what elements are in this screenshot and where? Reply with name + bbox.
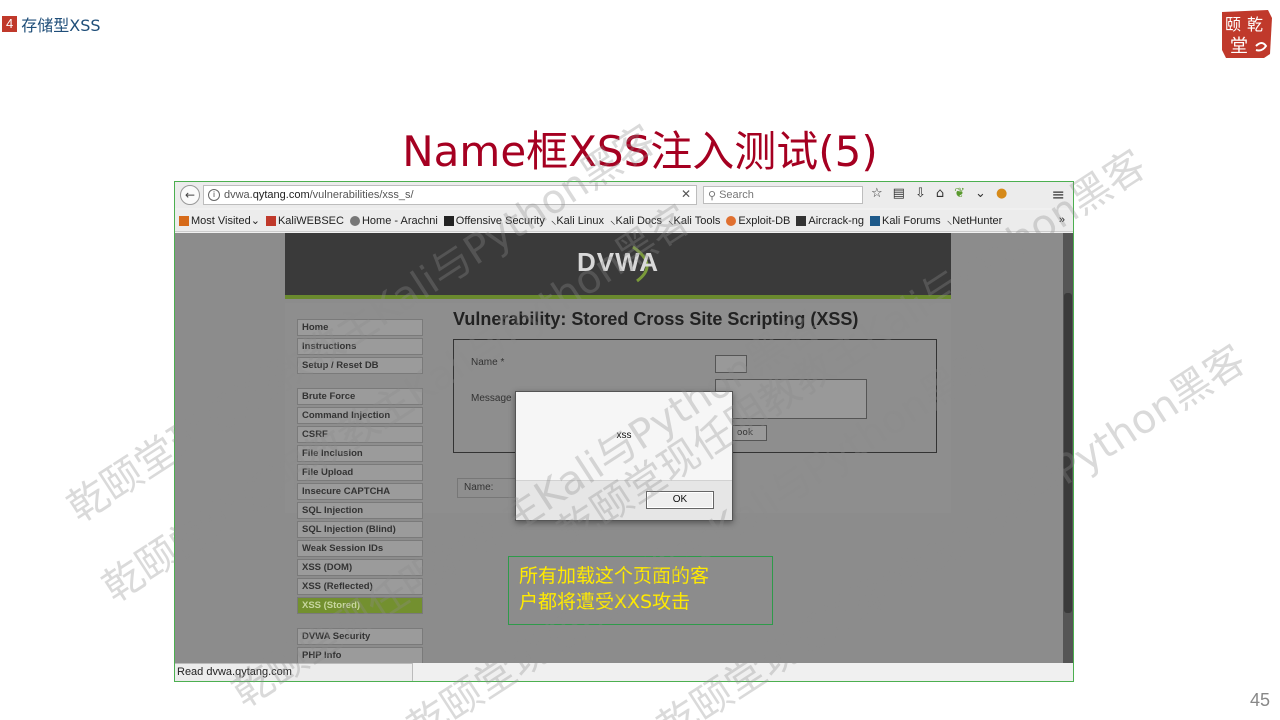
info-icon[interactable]: i bbox=[208, 189, 220, 201]
bookmark-label: Aircrack-ng bbox=[808, 214, 864, 227]
back-arrow-icon[interactable]: ← bbox=[180, 185, 200, 205]
menu-item-csrf[interactable]: CSRF bbox=[297, 426, 423, 443]
bookmarks-bar: Most Visited ⌄ KaliWEBSEC Home - Arachni … bbox=[175, 210, 1073, 232]
aircrack-icon bbox=[796, 215, 807, 226]
bookmark-label: Most Visited bbox=[191, 214, 251, 227]
cookie-icon[interactable]: ● bbox=[996, 186, 1007, 201]
url-prefix: dvwa. bbox=[224, 189, 253, 201]
name-label: Name * bbox=[471, 357, 505, 368]
bookmark-kali-forums[interactable]: Kali Forums bbox=[870, 215, 941, 227]
message-field[interactable] bbox=[715, 379, 867, 419]
section-title: 存储型XSS bbox=[21, 16, 101, 35]
menu-item-xss-stored[interactable]: XSS (Stored) bbox=[297, 597, 423, 614]
menu-item-setup[interactable]: Setup / Reset DB bbox=[297, 357, 423, 374]
arachni-icon bbox=[349, 215, 360, 226]
bookmark-label: Kali Tools bbox=[673, 214, 721, 227]
bookmark-nethunter[interactable]: ⸜ NetHunter bbox=[947, 213, 1003, 228]
message-label: Message bbox=[471, 393, 512, 404]
bookmark-label: NetHunter bbox=[952, 214, 1003, 227]
scrollbar[interactable] bbox=[1063, 233, 1073, 663]
exploit-db-icon bbox=[726, 215, 737, 226]
bookmark-arachni[interactable]: Home - Arachni bbox=[349, 214, 438, 227]
search-placeholder: Search bbox=[719, 189, 754, 201]
bookmark-kaliwebsec[interactable]: KaliWEBSEC bbox=[265, 214, 344, 227]
bookmark-label: KaliWEBSEC bbox=[277, 214, 344, 227]
dvwa-menu: Home Instructions Setup / Reset DB Brute… bbox=[297, 319, 423, 663]
page-number: 45 bbox=[1249, 690, 1270, 710]
menu-item-file-upload[interactable]: File Upload bbox=[297, 464, 423, 481]
bookmark-label: Kali Docs bbox=[615, 214, 663, 227]
section-number: 4 bbox=[2, 16, 18, 32]
bookmark-label: Offensive Security bbox=[455, 214, 545, 227]
search-input[interactable]: ⚲ Search bbox=[703, 186, 863, 204]
qytang-seal-logo: 颐 乾 堂 bbox=[1222, 10, 1272, 58]
annotation-line-1: 所有加载这个页面的客 bbox=[519, 565, 710, 587]
seal-char-2: 乾 bbox=[1247, 15, 1263, 34]
menu-item-home[interactable]: Home bbox=[297, 319, 423, 336]
star-icon[interactable]: ☆ bbox=[871, 186, 883, 201]
seal-char-3: 堂 bbox=[1230, 36, 1248, 57]
bookmark-most-visited[interactable]: Most Visited ⌄ bbox=[179, 214, 260, 227]
bookmark-kali-tools[interactable]: ⸜ Kali Tools bbox=[668, 213, 720, 228]
url-path: /vulnerabilities/xss_s/ bbox=[309, 189, 414, 201]
extension-icon[interactable]: ❦ bbox=[954, 186, 965, 201]
most-visited-icon bbox=[179, 215, 189, 226]
alert-message: xss bbox=[616, 430, 632, 441]
chevron-down-icon: ⌄ bbox=[250, 215, 260, 227]
menu-item-php-info[interactable]: PHP Info bbox=[297, 647, 423, 663]
menu-item-instructions[interactable]: Instructions bbox=[297, 338, 423, 355]
menu-item-command-injection[interactable]: Command Injection bbox=[297, 407, 423, 424]
offsec-icon bbox=[443, 215, 454, 226]
bookmark-kali-docs[interactable]: ⸜ Kali Docs bbox=[610, 213, 662, 228]
status-bar: Read dvwa.qytang.com bbox=[175, 663, 413, 681]
menu-item-sql-injection[interactable]: SQL Injection bbox=[297, 502, 423, 519]
page-title: Vulnerability: Stored Cross Site Scripti… bbox=[453, 309, 859, 329]
slide-title: Name框XSS注入测试(5) bbox=[402, 127, 878, 176]
toolbar-icons: ☆ ▤ ⇩ ⌂ ❦ ⌄ ● bbox=[871, 186, 1007, 201]
hamburger-menu-icon[interactable]: ≡ bbox=[1052, 185, 1065, 204]
scrollbar-thumb[interactable] bbox=[1064, 293, 1072, 613]
menu-item-dvwa-security[interactable]: DVWA Security bbox=[297, 628, 423, 645]
bookmark-offsec[interactable]: Offensive Security bbox=[443, 214, 545, 227]
url-domain: qytang.com bbox=[252, 189, 310, 201]
close-icon[interactable]: ✕ bbox=[681, 187, 691, 201]
annotation-box: 所有加载这个页面的客 户都将遭受XXS攻击 bbox=[508, 556, 773, 625]
menu-item-insecure-captcha[interactable]: Insecure CAPTCHA bbox=[297, 483, 423, 500]
menu-item-xss-reflected[interactable]: XSS (Reflected) bbox=[297, 578, 423, 595]
name-field[interactable] bbox=[715, 355, 747, 373]
dvwa-banner: DVWA bbox=[285, 233, 951, 299]
seal-char-1: 颐 bbox=[1225, 15, 1241, 34]
bookmark-label: Exploit-DB bbox=[738, 214, 791, 227]
section-tag: 4 存储型XSS bbox=[2, 12, 101, 36]
menu-item-weak-session-ids[interactable]: Weak Session IDs bbox=[297, 540, 423, 557]
reader-icon[interactable]: ▤ bbox=[893, 186, 905, 201]
home-icon[interactable]: ⌂ bbox=[936, 186, 944, 201]
bookmark-label: Kali Forums bbox=[882, 214, 941, 227]
kali-forums-icon bbox=[870, 215, 880, 226]
navigation-bar: ← i dvwa. qytang.com/vulnerabilities/xss_… bbox=[175, 182, 1073, 208]
bookmark-label: Home - Arachni bbox=[361, 214, 438, 227]
bookmark-kali-linux[interactable]: ⸜ Kali Linux bbox=[551, 213, 604, 228]
slide: 4 存储型XSS 颐 乾 堂 Name框XSS注入测试(5) ← i dvwa.… bbox=[0, 0, 1280, 720]
bookmarks-overflow-button[interactable]: » bbox=[1059, 214, 1065, 226]
alert-dialog: xss OK bbox=[515, 391, 733, 521]
chevron-down-icon[interactable]: ⌄ bbox=[975, 186, 986, 201]
download-icon[interactable]: ⇩ bbox=[915, 186, 926, 201]
menu-item-brute-force[interactable]: Brute Force bbox=[297, 388, 423, 405]
alert-footer: OK bbox=[516, 480, 732, 520]
bookmark-label: Kali Linux bbox=[556, 214, 605, 227]
menu-item-file-inclusion[interactable]: File Inclusion bbox=[297, 445, 423, 462]
ok-button[interactable]: OK bbox=[646, 491, 714, 509]
bookmark-aircrack[interactable]: Aircrack-ng bbox=[796, 215, 864, 227]
bookmark-exploit-db[interactable]: Exploit-DB bbox=[726, 215, 790, 227]
url-bar[interactable]: i dvwa. qytang.com/vulnerabilities/xss_s/ bbox=[203, 185, 697, 205]
search-icon: ⚲ bbox=[708, 189, 717, 202]
annotation-line-2: 户都将遭受XXS攻击 bbox=[519, 591, 691, 613]
kali-websec-icon bbox=[265, 215, 276, 226]
menu-item-sql-injection-blind[interactable]: SQL Injection (Blind) bbox=[297, 521, 423, 538]
dvwa-logo: DVWA bbox=[577, 247, 659, 277]
menu-item-xss-dom[interactable]: XSS (DOM) bbox=[297, 559, 423, 576]
